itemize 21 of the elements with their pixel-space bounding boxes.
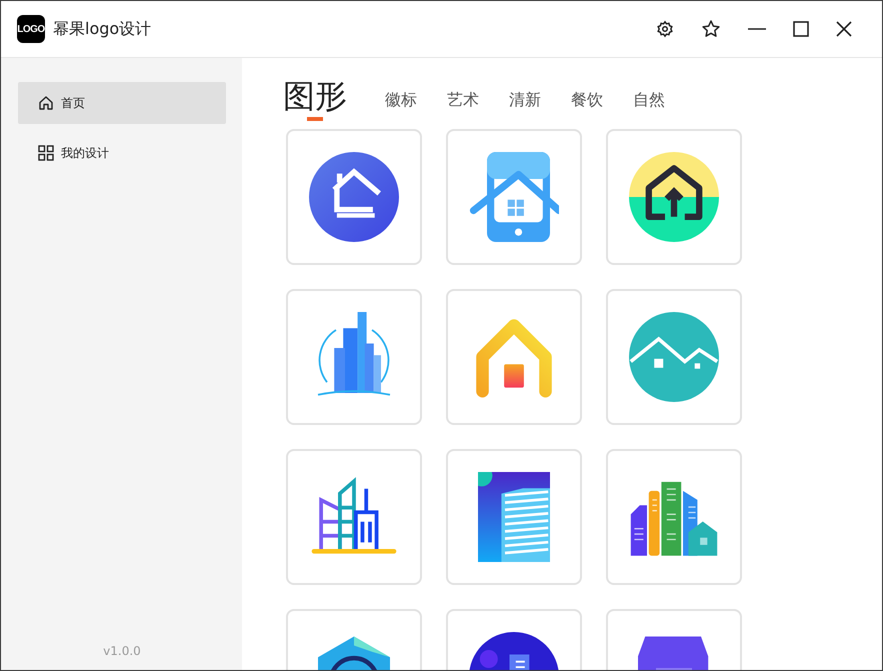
home-icon: [38, 95, 54, 111]
template-card[interactable]: [606, 128, 742, 265]
settings-icon[interactable]: [656, 20, 674, 38]
app-logo: LOGO: [17, 15, 45, 43]
category-tab[interactable]: 自然: [633, 90, 665, 121]
version-label: v1.0.0: [102, 644, 142, 658]
template-card[interactable]: [286, 448, 422, 585]
sidebar-item[interactable]: 首页: [18, 82, 226, 124]
category-tab[interactable]: 艺术: [447, 90, 479, 121]
category-tab[interactable]: 清新: [509, 90, 541, 121]
category-tab[interactable]: 徽标: [385, 90, 417, 121]
category-tab[interactable]: 餐饮: [571, 90, 603, 121]
sidebar-item[interactable]: 我的设计: [18, 132, 226, 174]
close-icon[interactable]: [836, 21, 852, 37]
maximize-icon[interactable]: [793, 21, 809, 37]
template-card[interactable]: [446, 448, 582, 585]
grid-icon: [38, 145, 54, 161]
template-card[interactable]: [286, 128, 422, 265]
window-title: 幂果logo设计: [53, 18, 152, 40]
template-card[interactable]: [606, 448, 742, 585]
star-icon[interactable]: [701, 19, 721, 39]
